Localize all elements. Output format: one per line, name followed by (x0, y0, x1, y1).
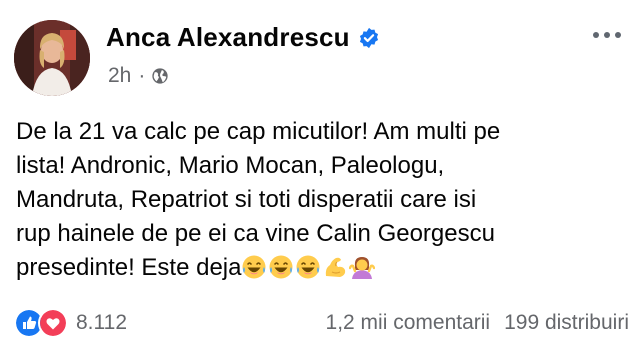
post-text-line: presedinte! Este deja (16, 254, 242, 281)
post-body: De la 21 va calc pe cap micutilor! Am mu… (16, 115, 626, 285)
reaction-count: 8.112 (76, 311, 127, 334)
reactions-summary[interactable]: 8.112 (14, 308, 127, 338)
avatar-photo (14, 20, 90, 96)
laughing-crying-emoji-icon (269, 255, 293, 279)
flexed-biceps-emoji-icon (326, 257, 346, 277)
author-avatar[interactable] (14, 20, 90, 96)
author-name[interactable]: Anca Alexandrescu (106, 22, 350, 53)
post-footer: 8.112 1,2 mii comentarii 199 distribuiri (14, 308, 629, 338)
post-timestamp[interactable]: 2h (108, 64, 131, 88)
post-text-line: De la 21 va calc pe cap micutilor! Am mu… (16, 118, 501, 145)
author-row: Anca Alexandrescu (106, 22, 380, 53)
more-dot-icon (615, 32, 621, 38)
verified-badge-icon (359, 27, 378, 48)
shares-count-link[interactable]: 199 distribuiri (504, 311, 629, 335)
post-meta: 2h · (108, 64, 169, 88)
meta-separator: · (138, 64, 146, 87)
post-text-line: lista! Andronic, Mario Mocan, Paleologu, (16, 152, 445, 179)
post-text-line: rup hainele de pe ei ca vine Calin Georg… (16, 220, 495, 247)
more-options-button[interactable] (593, 32, 621, 38)
love-reaction-icon (38, 308, 68, 338)
post-text-line: Mandruta, Repatriot si toti disperatii c… (16, 186, 477, 213)
comments-count-link[interactable]: 1,2 mii comentarii (326, 311, 491, 335)
more-dot-icon (593, 32, 599, 38)
laughing-crying-emoji-icon (296, 255, 320, 279)
laughing-crying-emoji-icon (242, 255, 266, 279)
shrugging-woman-emoji-icon (349, 257, 376, 279)
more-dot-icon (604, 32, 610, 38)
globe-icon (152, 68, 169, 84)
